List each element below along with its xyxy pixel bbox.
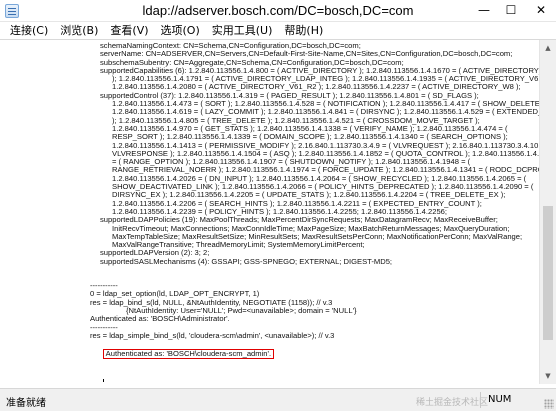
- auth-result-highlight: Authenticated as: 'BOSCH\cloudera-scm_ad…: [102, 349, 275, 360]
- maximize-button[interactable]: ☐: [498, 0, 524, 21]
- rootdse-output: schemaNamingContext: CN=Schema,CN=Config…: [90, 42, 539, 266]
- title-bar: ldap://adserver.bosch.com/DC=bosch,DC=co…: [0, 0, 556, 22]
- simple-bind-line: res = ldap_simple_bind_s(ld, 'cloudera-s…: [90, 330, 335, 340]
- scroll-down-arrow-icon[interactable]: ▼: [540, 368, 556, 384]
- resize-grip-icon[interactable]: [544, 399, 554, 409]
- vertical-scrollbar[interactable]: ▲ ▼: [539, 40, 556, 384]
- menu-help[interactable]: 帮助(H): [278, 23, 329, 39]
- close-button[interactable]: ✕: [526, 0, 556, 21]
- menu-options[interactable]: 选项(O): [155, 23, 206, 39]
- menu-browse[interactable]: 浏览(B): [54, 23, 104, 39]
- status-divider: [480, 392, 481, 408]
- minimize-button[interactable]: —: [471, 0, 497, 21]
- status-text: 准备就绪: [6, 398, 46, 409]
- auth-result-row: Authenticated as: 'BOSCH\cloudera-scm_ad…: [90, 340, 539, 368]
- output-line: Authenticated as: 'BOSCH\Administrator'.: [90, 314, 230, 324]
- menu-utilities[interactable]: 实用工具(U): [206, 23, 279, 39]
- ldp-output-text[interactable]: schemaNamingContext: CN=Schema,CN=Config…: [90, 42, 539, 382]
- menu-connection[interactable]: 连接(C): [4, 23, 54, 39]
- text-cursor: [102, 378, 104, 382]
- num-lock-indicator: NUM: [488, 394, 512, 405]
- bind-output: ----------- 0 = ldap_set_option(ld, LDAP_…: [90, 281, 539, 332]
- scroll-up-arrow-icon[interactable]: ▲: [540, 40, 556, 56]
- scroll-thumb[interactable]: [543, 205, 553, 340]
- menu-view[interactable]: 查看(V): [104, 23, 154, 39]
- watermark-text: 稀土掘金技术社区: [416, 398, 489, 408]
- output-line: supportedSASLMechanisms (4): GSSAPI; GSS…: [100, 256, 393, 266]
- output-area: schemaNamingContext: CN=Schema,CN=Config…: [0, 40, 556, 384]
- status-bar: 准备就绪 稀土掘金技术社区 NUM: [0, 388, 556, 411]
- cursor-line: [90, 368, 539, 382]
- menu-bar: 连接(C) 浏览(B) 查看(V) 选项(O) 实用工具(U) 帮助(H): [0, 22, 556, 40]
